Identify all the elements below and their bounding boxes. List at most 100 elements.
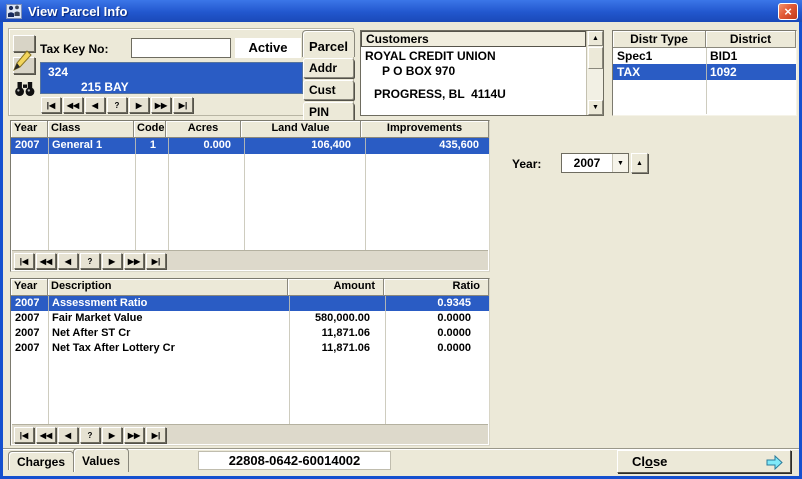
nav-find-button[interactable]: ? xyxy=(80,427,100,443)
app-people-icon xyxy=(6,3,23,20)
window-close-button[interactable]: × xyxy=(778,3,798,20)
down-arrow-icon: ▼ xyxy=(592,104,599,111)
table-row[interactable]: 2007Net Tax After Lottery Cr11,871.060.0… xyxy=(11,341,489,356)
nav-next-button[interactable]: ▶ xyxy=(129,97,149,113)
districts-table-header: Distr TypeDistrict xyxy=(613,31,796,48)
column-header[interactable]: Amount xyxy=(288,279,384,296)
scroll-down-icon[interactable]: ▼ xyxy=(588,100,603,115)
titlebar: View Parcel Info × xyxy=(0,0,802,22)
tab-values[interactable]: Values xyxy=(73,448,129,472)
nav-fast-next-button[interactable]: ▶▶ xyxy=(124,253,144,269)
table-cell: 2007 xyxy=(11,326,48,341)
active-status: Active xyxy=(235,38,301,58)
table-row[interactable]: 2007General 110.000106,400435,600 xyxy=(11,138,489,154)
table-cell: 0.0000 xyxy=(384,311,489,326)
nav-next-button[interactable]: ▶ xyxy=(102,253,122,269)
column-header[interactable]: Distr Type xyxy=(613,31,706,48)
values-record-navigator: |◀◀◀◀?▶▶▶▶| xyxy=(14,427,166,443)
column-divider xyxy=(48,296,49,424)
binoculars-icon xyxy=(14,81,36,97)
parcel-address-display[interactable]: 324 215 BAY xyxy=(40,62,303,94)
column-divider xyxy=(385,296,386,424)
edit-pencil-icon[interactable] xyxy=(13,57,35,74)
tab-parcel[interactable]: Parcel xyxy=(302,30,355,57)
scrollbar-thumb[interactable] xyxy=(588,47,603,69)
nav-last-button[interactable]: ▶| xyxy=(146,427,166,443)
find-binoculars-icon[interactable] xyxy=(14,81,36,97)
close-label: Close xyxy=(632,454,667,469)
nav-find-button[interactable]: ? xyxy=(107,97,127,113)
districts-table-body: Spec1BID1TAX1092 xyxy=(613,48,796,80)
table-row[interactable]: 2007Assessment Ratio0.9345 xyxy=(11,296,489,311)
column-header[interactable]: Year xyxy=(11,279,48,296)
table-cell xyxy=(288,296,384,311)
nav-fast-prev-button[interactable]: ◀◀ xyxy=(36,427,56,443)
column-header[interactable]: Description xyxy=(48,279,288,296)
year-down-button[interactable]: ▼ xyxy=(612,154,628,172)
customer-address-line: ROYAL CREDIT UNION xyxy=(365,49,585,63)
column-divider xyxy=(135,138,136,250)
customers-scrollbar[interactable]: ▲ ▼ xyxy=(586,31,603,115)
nav-fast-prev-button[interactable]: ◀◀ xyxy=(36,253,56,269)
tab-charges[interactable]: Charges xyxy=(8,451,74,470)
cust-button[interactable]: Cust xyxy=(303,80,354,100)
assessment-table-header: YearClassCodeAcresLand ValueImprovements xyxy=(11,121,489,138)
column-header[interactable]: Class xyxy=(48,121,134,138)
customer-address-line: PROGRESS, BL 4114U xyxy=(374,87,585,101)
table-row[interactable]: 2007Net After ST Cr11,871.060.0000 xyxy=(11,326,489,341)
table-row[interactable]: TAX1092 xyxy=(613,64,796,80)
values-table-footer: |◀◀◀◀?▶▶▶▶| xyxy=(12,424,488,444)
parcel-number-field[interactable]: 22808-0642-60014002 xyxy=(198,451,391,470)
year-up-button[interactable]: ▲ xyxy=(631,153,648,173)
column-header[interactable]: Code xyxy=(134,121,166,138)
column-header[interactable]: Year xyxy=(11,121,48,138)
nav-last-button[interactable]: ▶| xyxy=(173,97,193,113)
nav-prev-button[interactable]: ◀ xyxy=(58,253,78,269)
customers-list: ROYAL CREDIT UNIONP O BOX 970PROGRESS, B… xyxy=(362,48,585,114)
nav-last-button[interactable]: ▶| xyxy=(146,253,166,269)
column-header[interactable]: Acres xyxy=(166,121,241,138)
column-divider xyxy=(289,296,290,424)
assessment-table: YearClassCodeAcresLand ValueImprovements… xyxy=(10,120,490,272)
column-header[interactable]: District xyxy=(706,31,796,48)
nav-prev-button[interactable]: ◀ xyxy=(58,427,78,443)
table-cell: 2007 xyxy=(11,296,48,311)
values-table: YearDescriptionAmountRatio 2007Assessmen… xyxy=(10,278,490,446)
table-row[interactable]: 2007Fair Market Value580,000.000.0000 xyxy=(11,311,489,326)
nav-next-button[interactable]: ▶ xyxy=(102,427,122,443)
table-cell: 0.9345 xyxy=(384,296,489,311)
column-header[interactable]: Improvements xyxy=(361,121,489,138)
pencil-icon xyxy=(11,48,33,72)
down-arrow-icon: ▼ xyxy=(617,160,624,167)
customers-header: Customers xyxy=(361,31,586,47)
table-cell: Net Tax After Lottery Cr xyxy=(48,341,288,356)
up-arrow-icon: ▲ xyxy=(636,160,643,167)
table-cell: 2007 xyxy=(11,138,48,154)
nav-find-button[interactable]: ? xyxy=(80,253,100,269)
nav-prev-button[interactable]: ◀ xyxy=(85,97,105,113)
nav-fast-next-button[interactable]: ▶▶ xyxy=(124,427,144,443)
window-title: View Parcel Info xyxy=(28,4,127,19)
table-row[interactable]: Spec1BID1 xyxy=(613,48,796,64)
addr-button[interactable]: Addr xyxy=(303,58,354,78)
close-button[interactable]: Close xyxy=(617,450,791,473)
nav-first-button[interactable]: |◀ xyxy=(14,253,34,269)
tax-key-label: Tax Key No: xyxy=(40,42,108,56)
year-spinner: 2007 ▼ xyxy=(561,153,629,173)
nav-first-button[interactable]: |◀ xyxy=(41,97,61,113)
nav-first-button[interactable]: |◀ xyxy=(14,427,34,443)
column-header[interactable]: Land Value xyxy=(241,121,361,138)
column-header[interactable]: Ratio xyxy=(384,279,489,296)
nav-fast-next-button[interactable]: ▶▶ xyxy=(151,97,171,113)
view-parcel-info-window: View Parcel Info × xyxy=(0,0,802,479)
pin-button[interactable]: PIN xyxy=(303,102,354,122)
parcel-street-line: 215 BAY xyxy=(41,79,302,94)
nav-fast-prev-button[interactable]: ◀◀ xyxy=(63,97,83,113)
values-table-header: YearDescriptionAmountRatio xyxy=(11,279,489,296)
column-divider xyxy=(168,138,169,250)
tax-key-input[interactable] xyxy=(131,38,231,58)
table-cell: Net After ST Cr xyxy=(48,326,288,341)
table-cell: 2007 xyxy=(11,311,48,326)
scroll-up-icon[interactable]: ▲ xyxy=(588,31,603,46)
table-cell: 435,600 xyxy=(361,138,489,154)
